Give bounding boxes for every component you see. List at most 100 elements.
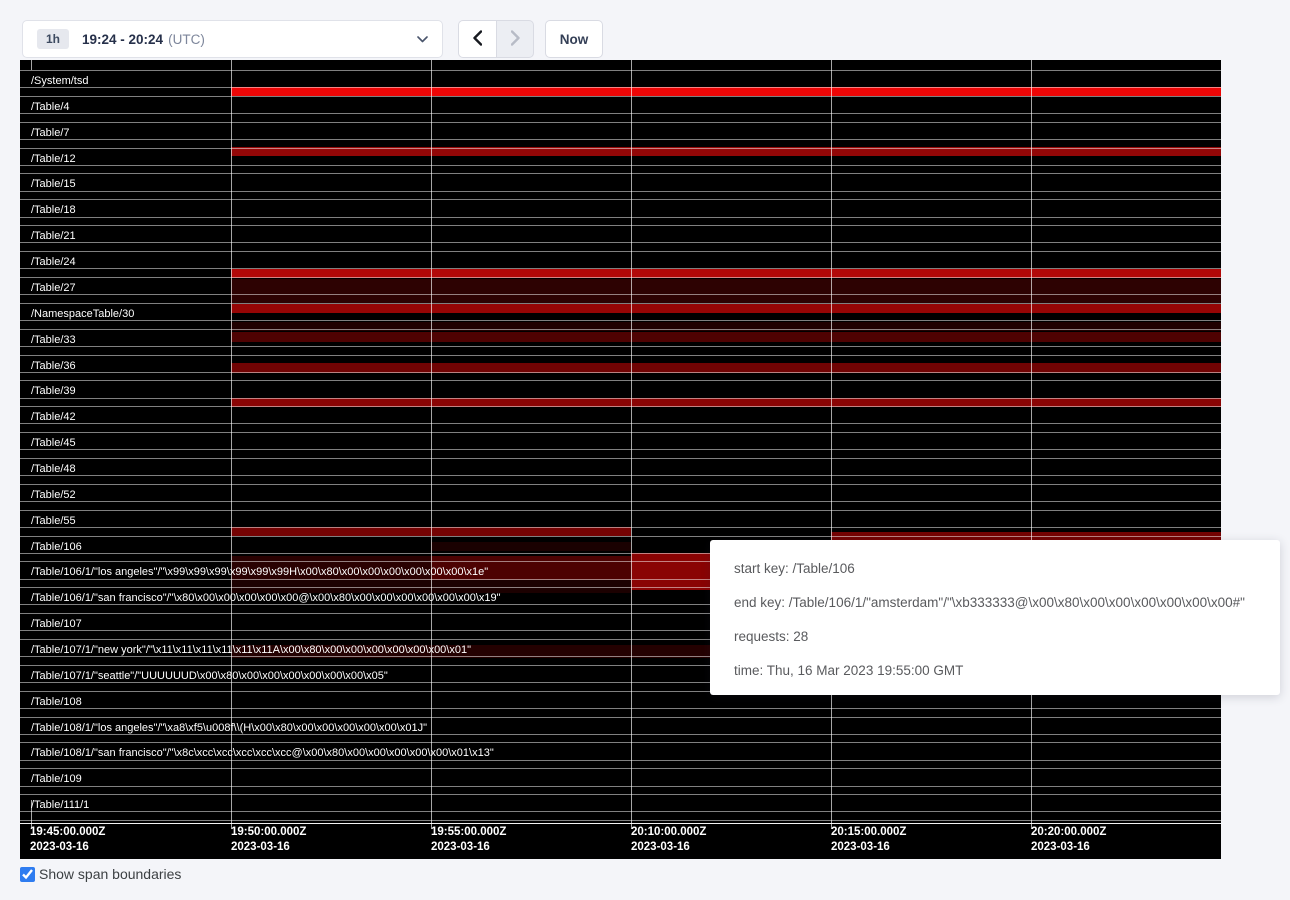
gridline-horizontal [20, 191, 1221, 192]
row-label: /Table/108/1/"los angeles"/"\xa8\xf5\u00… [31, 723, 427, 734]
prev-range-button[interactable] [458, 20, 496, 58]
range-nav-group [458, 20, 534, 58]
gridline-horizontal [20, 786, 1221, 787]
row-label: /Table/39 [31, 386, 76, 397]
tooltip-end-key: end key: /Table/106/1/"amsterdam"/"\xb33… [734, 586, 1256, 620]
axis-tick-label: 20:20:00.000Z2023-03-16 [1031, 825, 1106, 854]
row-label: /Table/108 [31, 697, 82, 708]
axis-tick-label: 19:55:00.000Z2023-03-16 [431, 825, 506, 854]
gridline-horizontal [20, 320, 1221, 321]
heat-band[interactable] [231, 322, 1221, 331]
gridline-horizontal [20, 113, 1221, 114]
plot-bottom-line [20, 823, 1221, 824]
gridline-horizontal [20, 225, 1221, 226]
gridline-horizontal [20, 165, 1221, 166]
chevron-right-icon [511, 30, 520, 49]
gridline-horizontal [20, 794, 1221, 795]
row-label: /Table/55 [31, 516, 76, 527]
time-range-dropdown[interactable]: 1h 19:24 - 20:24 (UTC) [22, 20, 443, 58]
row-label: /Table/7 [31, 128, 70, 139]
gridline-horizontal [20, 303, 1221, 304]
span-boundaries-checkbox[interactable] [20, 867, 35, 882]
gridline-horizontal [20, 139, 1221, 140]
tooltip-start-key: start key: /Table/106 [734, 552, 1256, 586]
axis-tick-label: 19:45:00.000Z2023-03-16 [30, 825, 105, 854]
gridline-horizontal [20, 251, 1221, 252]
gridline-horizontal [20, 122, 1221, 123]
gridline-horizontal [20, 717, 1221, 718]
gridline-horizontal [20, 268, 1221, 269]
row-label: /Table/107/1/"seattle"/"UUUUUUD\x00\x80\… [31, 671, 388, 682]
range-text: 19:24 - 20:24 [82, 32, 163, 47]
row-label: /Table/108/1/"san francisco"/"\x8c\xcc\x… [31, 748, 494, 759]
row-label: /Table/111/1 [31, 800, 89, 811]
heat-band[interactable] [231, 87, 1221, 96]
span-boundaries-label: Show span boundaries [39, 866, 181, 882]
gridline-horizontal [20, 346, 1221, 347]
gridline-horizontal [20, 820, 1221, 821]
gridline-horizontal [20, 536, 1221, 537]
row-label: /Table/107 [31, 619, 82, 630]
heatmap-canvas[interactable]: /System/tsd/Table/4/Table/7/Table/12/Tab… [20, 60, 1221, 859]
chevron-left-icon [473, 30, 482, 49]
gridline-vertical [431, 60, 432, 829]
range-timezone: (UTC) [168, 32, 205, 47]
row-label: /Table/109 [31, 774, 82, 785]
gridline-horizontal [20, 242, 1221, 243]
gridline-horizontal [20, 449, 1221, 450]
span-boundaries-control: Show span boundaries [20, 866, 181, 882]
gridline-vertical [31, 60, 32, 70]
row-label: /NamespaceTable/30 [31, 309, 134, 320]
toolbar: 1h 19:24 - 20:24 (UTC) Now [0, 0, 1290, 60]
gridline-horizontal [20, 277, 1221, 278]
next-range-button[interactable] [496, 20, 534, 58]
gridline-horizontal [20, 527, 1221, 528]
heat-band[interactable] [631, 553, 711, 590]
gridline-vertical [831, 60, 832, 829]
gridline-horizontal [20, 148, 1221, 149]
gridline-vertical [231, 60, 232, 829]
gridline-horizontal [20, 96, 1221, 97]
now-button[interactable]: Now [545, 20, 603, 58]
heat-band[interactable] [231, 279, 1221, 303]
gridline-horizontal [20, 458, 1221, 459]
row-label: /Table/48 [31, 464, 76, 475]
gridline-horizontal [20, 734, 1221, 735]
axis-tick-label: 20:15:00.000Z2023-03-16 [831, 825, 906, 854]
row-label: /Table/18 [31, 205, 76, 216]
gridline-horizontal [20, 329, 1221, 330]
gridline-horizontal [20, 380, 1221, 381]
chevron-down-icon [417, 36, 428, 43]
row-label: /Table/106/1/"san francisco"/"\x80\x00\x… [31, 593, 501, 604]
gridline-horizontal [20, 355, 1221, 356]
gridline-horizontal [20, 423, 1221, 424]
row-label: /Table/12 [31, 154, 76, 165]
gridline-vertical [631, 60, 632, 829]
row-label: /Table/36 [31, 361, 76, 372]
gridline-horizontal [20, 87, 1221, 88]
tooltip-requests: requests: 28 [734, 620, 1256, 654]
heat-band[interactable] [231, 332, 1221, 342]
gridline-horizontal [20, 501, 1221, 502]
gridline-horizontal [20, 484, 1221, 485]
row-label: /System/tsd [31, 76, 88, 87]
row-label: /Table/52 [31, 490, 76, 501]
tooltip-time: time: Thu, 16 Mar 2023 19:55:00 GMT [734, 654, 1256, 688]
row-label: /Table/24 [31, 257, 76, 268]
gridline-horizontal [20, 372, 1221, 373]
row-label: /Table/42 [31, 412, 76, 423]
row-label: /Table/106/1/"los angeles"/"\x99\x99\x99… [31, 567, 488, 578]
gridline-horizontal [20, 475, 1221, 476]
gridline-horizontal [20, 432, 1221, 433]
row-label: /Table/21 [31, 231, 76, 242]
gridline-horizontal [20, 768, 1221, 769]
gridline-horizontal [20, 742, 1221, 743]
heat-band[interactable] [431, 542, 631, 551]
gridline-horizontal [20, 199, 1221, 200]
gridline-horizontal [20, 398, 1221, 399]
row-label: /Table/4 [31, 102, 70, 113]
gridline-horizontal [20, 510, 1221, 511]
row-label: /Table/45 [31, 438, 76, 449]
hover-tooltip: start key: /Table/106 end key: /Table/10… [710, 540, 1280, 695]
heat-band[interactable] [231, 304, 1221, 313]
